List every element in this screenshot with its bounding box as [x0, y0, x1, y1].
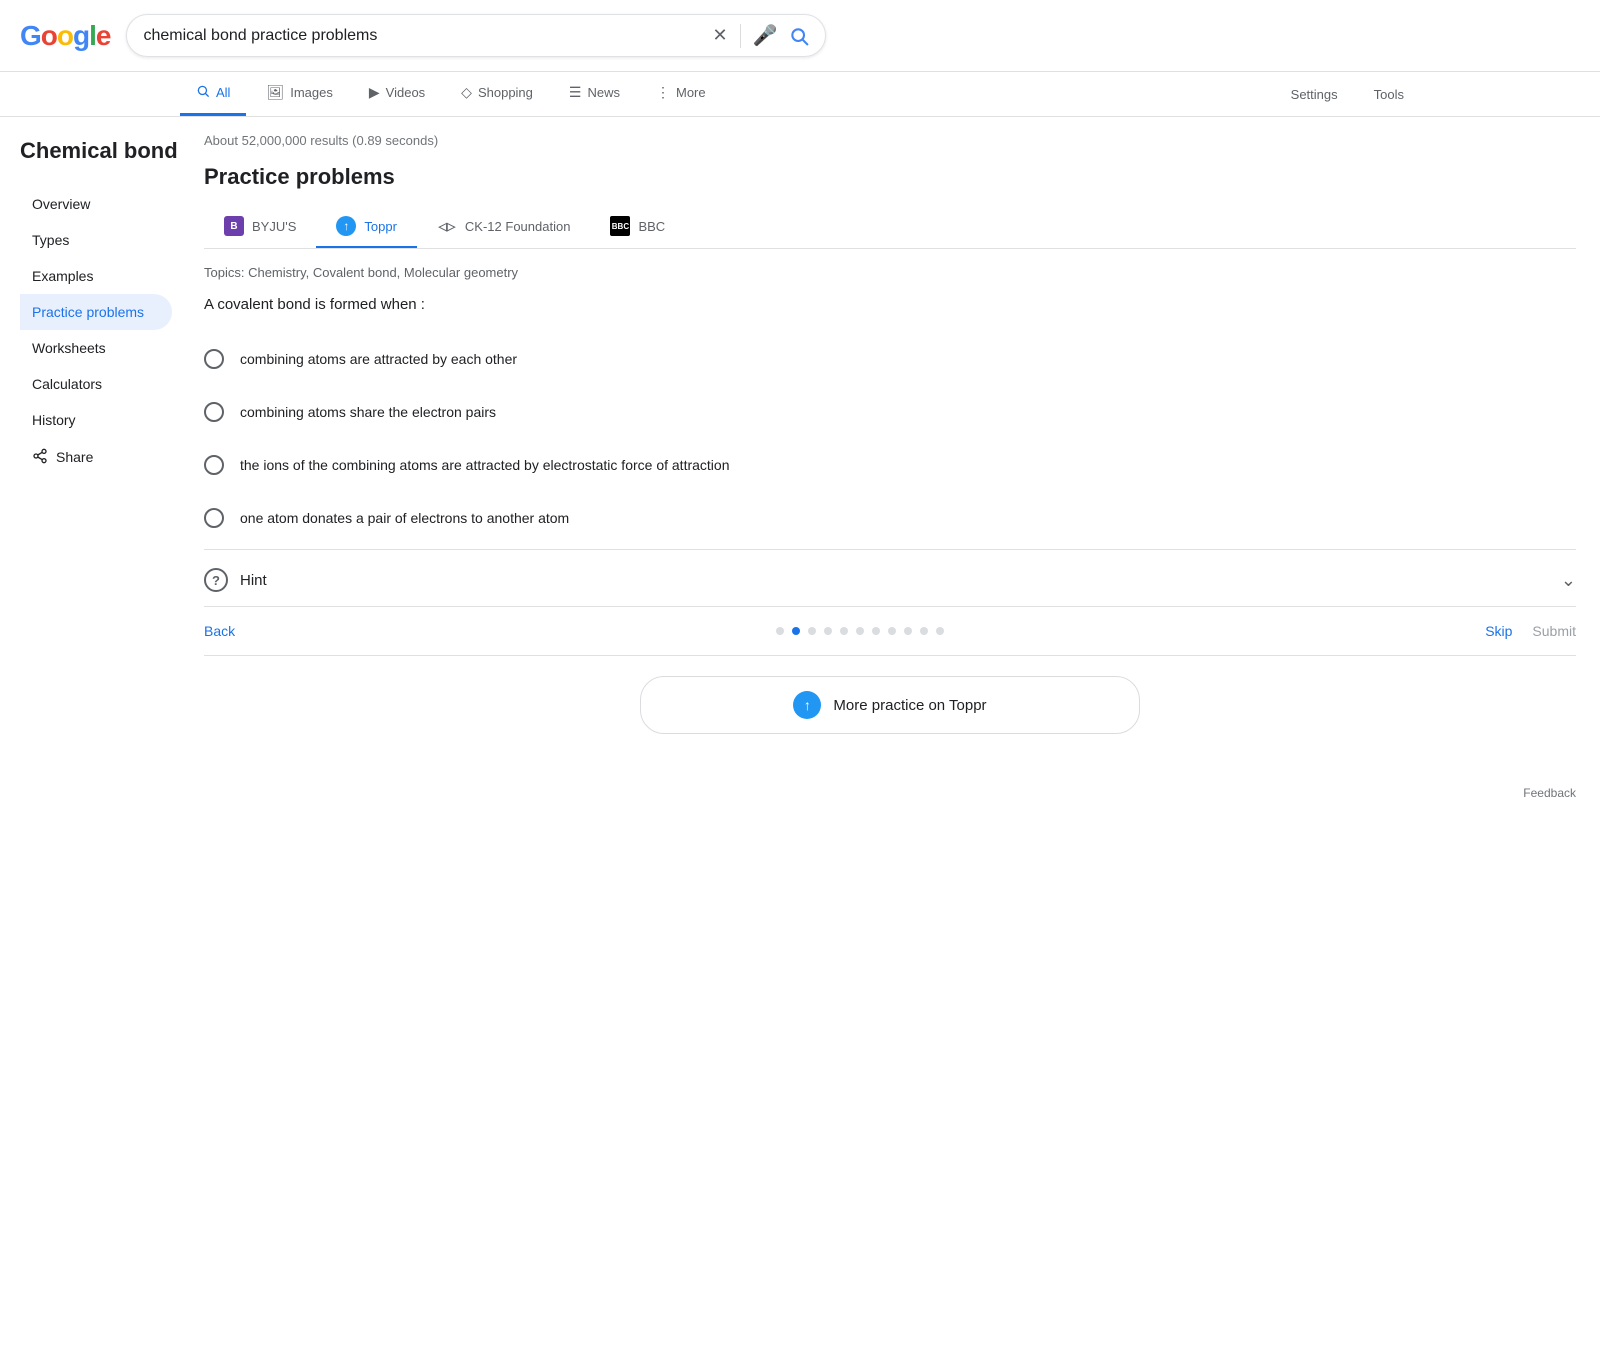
- option-1-text: combining atoms are attracted by each ot…: [240, 351, 517, 367]
- radio-3[interactable]: [204, 455, 224, 475]
- dot-6: [856, 627, 864, 635]
- option-2[interactable]: combining atoms share the electron pairs: [204, 386, 1576, 439]
- source-tabs: B BYJU'S ↑ Toppr ◁▷ CK-12 Foundation BBC…: [204, 206, 1576, 249]
- sidebar-item-overview[interactable]: Overview: [20, 186, 172, 222]
- dot-1: [776, 627, 784, 635]
- tab-more[interactable]: ⋮ More: [640, 72, 722, 116]
- share-icon: [32, 448, 48, 467]
- google-logo: Google: [20, 20, 110, 52]
- sidebar-item-examples[interactable]: Examples: [20, 258, 172, 294]
- nav-tabs: All 🖼 Images ▶ Videos ◇ Shopping ☰ News …: [0, 72, 1600, 117]
- mic-icon[interactable]: 🎤: [753, 23, 778, 48]
- sidebar-item-history[interactable]: History: [20, 402, 172, 438]
- tab-images[interactable]: 🖼 Images: [250, 72, 348, 116]
- more-practice-container: ↑ More practice on Toppr: [204, 676, 1576, 734]
- sidebar-item-worksheets[interactable]: Worksheets: [20, 330, 172, 366]
- hint-icon: ?: [204, 568, 228, 592]
- more-icon: ⋮: [656, 84, 670, 101]
- search-input[interactable]: [143, 27, 712, 45]
- sidebar-item-calculators[interactable]: Calculators: [20, 366, 172, 402]
- byjus-logo: B: [224, 216, 244, 236]
- option-1[interactable]: combining atoms are attracted by each ot…: [204, 333, 1576, 386]
- content-area: About 52,000,000 results (0.89 seconds) …: [180, 117, 1600, 770]
- dot-4: [824, 627, 832, 635]
- option-2-text: combining atoms share the electron pairs: [240, 404, 496, 420]
- bbc-logo: BBC: [610, 216, 630, 236]
- more-practice-button[interactable]: ↑ More practice on Toppr: [640, 676, 1140, 734]
- option-4[interactable]: one atom donates a pair of electrons to …: [204, 492, 1576, 545]
- source-tab-bbc[interactable]: BBC BBC: [590, 206, 685, 248]
- images-icon: 🖼: [266, 84, 284, 101]
- dot-10: [920, 627, 928, 635]
- feedback-container: Feedback: [0, 770, 1600, 816]
- option-4-text: one atom donates a pair of electrons to …: [240, 510, 569, 526]
- sidebar-title: Chemical bond: [20, 137, 180, 166]
- hint-label: Hint: [240, 572, 267, 589]
- search-divider: [740, 24, 741, 48]
- section-title: Practice problems: [204, 164, 1576, 190]
- tab-news[interactable]: ☰ News: [553, 72, 636, 116]
- results-count: About 52,000,000 results (0.89 seconds): [204, 133, 1576, 148]
- radio-4[interactable]: [204, 508, 224, 528]
- chevron-down-icon: ⌄: [1561, 570, 1576, 591]
- options-list: combining atoms are attracted by each ot…: [204, 333, 1576, 545]
- shopping-icon: ◇: [461, 84, 472, 101]
- toppr-button-icon: ↑: [793, 691, 821, 719]
- tools-link[interactable]: Tools: [1358, 75, 1420, 114]
- hint-divider: [204, 549, 1576, 550]
- skip-button[interactable]: Skip: [1485, 623, 1512, 639]
- topics: Topics: Chemistry, Covalent bond, Molecu…: [204, 265, 1576, 280]
- all-icon: [196, 84, 210, 101]
- dot-11: [936, 627, 944, 635]
- videos-icon: ▶: [369, 84, 380, 101]
- dot-7: [872, 627, 880, 635]
- search-icons: ✕ 🎤: [712, 23, 809, 48]
- dot-3: [808, 627, 816, 635]
- source-tab-toppr[interactable]: ↑ Toppr: [316, 206, 417, 248]
- main-container: Chemical bond Overview Types Examples Pr…: [0, 117, 1600, 770]
- share-label: Share: [56, 449, 93, 465]
- dot-9: [904, 627, 912, 635]
- search-button[interactable]: [789, 26, 809, 46]
- option-3-text: the ions of the combining atoms are attr…: [240, 457, 729, 473]
- sidebar: Chemical bond Overview Types Examples Pr…: [0, 117, 180, 770]
- radio-1[interactable]: [204, 349, 224, 369]
- share-button[interactable]: Share: [20, 438, 180, 477]
- dot-2: [792, 627, 800, 635]
- question-nav-bar: Back Skip Submit: [204, 607, 1576, 656]
- settings-link[interactable]: Settings: [1275, 75, 1354, 114]
- source-tab-ck12[interactable]: ◁▷ CK-12 Foundation: [417, 206, 591, 248]
- hint-row[interactable]: ? Hint ⌄: [204, 554, 1576, 607]
- toppr-logo: ↑: [336, 216, 356, 236]
- option-3[interactable]: the ions of the combining atoms are attr…: [204, 439, 1576, 492]
- radio-2[interactable]: [204, 402, 224, 422]
- sidebar-item-types[interactable]: Types: [20, 222, 172, 258]
- source-tab-byjus[interactable]: B BYJU'S: [204, 206, 316, 248]
- search-bar: ✕ 🎤: [126, 14, 826, 57]
- ck12-logo: ◁▷: [437, 216, 457, 236]
- nav-right: Skip Submit: [1485, 623, 1576, 639]
- header: Google ✕ 🎤: [0, 0, 1600, 72]
- question-text: A covalent bond is formed when :: [204, 296, 1576, 313]
- dot-8: [888, 627, 896, 635]
- dot-5: [840, 627, 848, 635]
- feedback-button[interactable]: Feedback: [1523, 786, 1576, 800]
- tab-videos[interactable]: ▶ Videos: [353, 72, 441, 116]
- submit-button[interactable]: Submit: [1532, 623, 1576, 639]
- tab-shopping[interactable]: ◇ Shopping: [445, 72, 549, 116]
- news-icon: ☰: [569, 84, 582, 101]
- sidebar-item-practice[interactable]: Practice problems: [20, 294, 172, 330]
- page-dots: [776, 627, 944, 635]
- more-practice-label: More practice on Toppr: [833, 697, 986, 714]
- tab-all[interactable]: All: [180, 72, 246, 116]
- clear-icon[interactable]: ✕: [712, 25, 727, 46]
- back-button[interactable]: Back: [204, 623, 235, 639]
